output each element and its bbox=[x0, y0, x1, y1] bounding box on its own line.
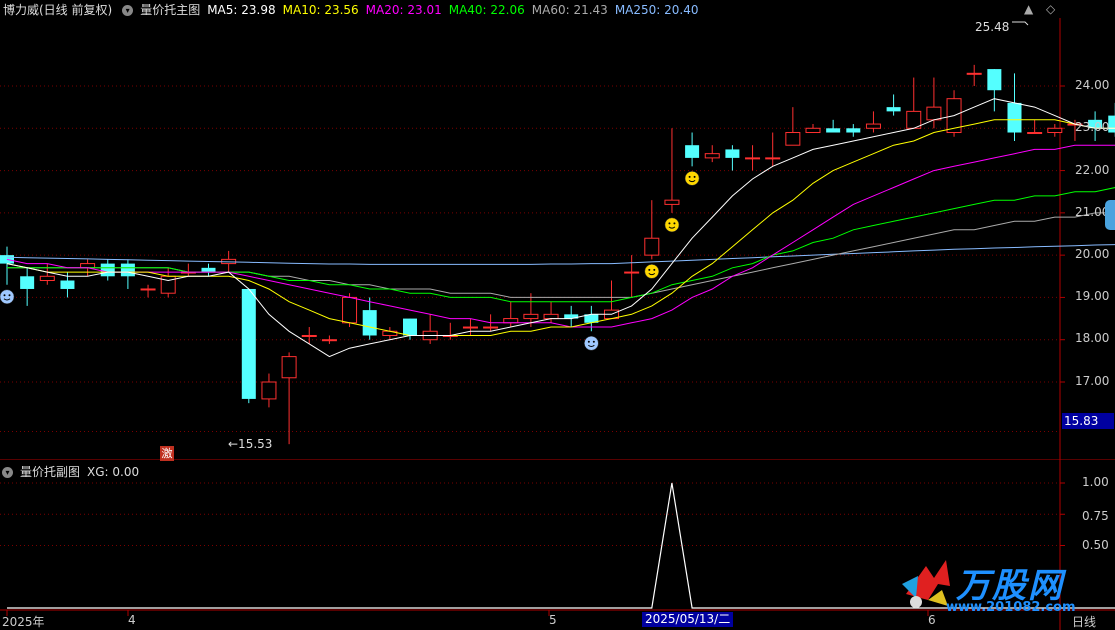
candle-body-down bbox=[60, 280, 75, 289]
candle-body-up bbox=[704, 153, 720, 159]
candle-body-down bbox=[826, 128, 841, 133]
signal-eye bbox=[668, 222, 671, 225]
current-price-tag: 15.83 bbox=[1062, 413, 1114, 429]
signal-eye bbox=[8, 294, 11, 297]
sub-tick: 0.75 bbox=[1082, 509, 1109, 523]
blue-face-icon bbox=[0, 289, 15, 304]
candle-body-up bbox=[261, 381, 277, 400]
main-price-chart[interactable] bbox=[0, 0, 1115, 460]
scroll-handle[interactable] bbox=[1105, 200, 1115, 230]
signal-eye bbox=[648, 268, 651, 271]
candle-body-up bbox=[644, 237, 660, 256]
candle-body-up bbox=[865, 123, 881, 129]
candle-body-up bbox=[745, 157, 761, 160]
sub-tick: 1.00 bbox=[1082, 475, 1109, 489]
candle-body-up bbox=[342, 296, 358, 324]
candle-body-up bbox=[503, 318, 519, 324]
money-bag-icon bbox=[644, 264, 660, 279]
candle-body-down bbox=[1007, 102, 1022, 133]
candle-body-up bbox=[80, 263, 96, 269]
candle-body-down bbox=[0, 255, 14, 264]
candle-body-down bbox=[685, 145, 700, 158]
low-price-annotation: ←15.53 bbox=[228, 437, 273, 451]
signal-eye bbox=[3, 294, 6, 297]
candle-body-up bbox=[462, 326, 478, 329]
ma250-line bbox=[6, 244, 1115, 265]
candle-body-down bbox=[241, 288, 256, 399]
candle-body-down bbox=[886, 107, 901, 112]
signal-eye bbox=[673, 222, 676, 225]
candle-body-up bbox=[543, 313, 559, 320]
candle-body-down bbox=[362, 310, 377, 336]
price-tick: 17.00 bbox=[1075, 374, 1110, 388]
candle-body-down bbox=[100, 263, 115, 277]
candle-body-up bbox=[1027, 132, 1043, 135]
logo-url: www.201082.com bbox=[946, 600, 1076, 615]
signal-marker: 激 bbox=[160, 446, 174, 461]
candle-body-up bbox=[1047, 127, 1063, 134]
candle-body-up bbox=[624, 271, 640, 274]
candle-body-up bbox=[966, 72, 982, 75]
signal-face bbox=[0, 289, 15, 304]
high-arrow bbox=[1012, 21, 1029, 26]
candle-body-down bbox=[201, 267, 216, 273]
signal-eye bbox=[653, 268, 656, 271]
yellow-face-icon bbox=[664, 217, 680, 233]
site-logo: 万股网 www.201082.com bbox=[898, 552, 1103, 624]
signal-face bbox=[584, 336, 599, 351]
candle-body-up bbox=[140, 288, 156, 291]
blue-face-icon bbox=[584, 336, 599, 351]
cursor-date: 2025/05/13/二 bbox=[642, 612, 734, 627]
angry-face-icon bbox=[684, 171, 700, 186]
high-price-annotation: 25.48 bbox=[975, 20, 1010, 34]
candle-body-up bbox=[301, 334, 317, 337]
price-tick: 19.00 bbox=[1075, 289, 1110, 303]
signal-face bbox=[664, 217, 680, 233]
signal-eye bbox=[592, 340, 595, 343]
candle-body-down bbox=[403, 318, 417, 336]
ma10-line bbox=[6, 119, 1115, 336]
price-tick: 18.00 bbox=[1075, 331, 1110, 345]
date-label: 4 bbox=[128, 613, 136, 627]
candle-body-up bbox=[785, 132, 801, 146]
candle-body-up bbox=[523, 313, 539, 320]
date-label: 2025年 bbox=[2, 615, 45, 629]
candle-body-down bbox=[725, 149, 740, 158]
price-tick: 23.00 bbox=[1075, 120, 1110, 134]
candle-body-up bbox=[664, 199, 680, 205]
signal-eye bbox=[587, 340, 590, 343]
candle-body-down bbox=[987, 69, 1002, 91]
candle-body-up bbox=[160, 275, 176, 294]
price-tick: 24.00 bbox=[1075, 78, 1110, 92]
signal-eye bbox=[688, 175, 691, 178]
signal-face bbox=[644, 264, 660, 279]
candle-body-down bbox=[846, 128, 861, 133]
candle-body-up bbox=[765, 157, 781, 160]
candle-body-up bbox=[321, 339, 337, 342]
candle-body-up bbox=[281, 356, 297, 379]
candle-body-up bbox=[483, 326, 499, 329]
candle-body-up bbox=[926, 106, 942, 121]
signal-eye bbox=[693, 175, 696, 178]
date-label: 5 bbox=[549, 613, 557, 627]
candle-body-down bbox=[20, 276, 35, 289]
candle-body-down bbox=[120, 263, 135, 277]
price-tick: 22.00 bbox=[1075, 163, 1110, 177]
signal-face bbox=[684, 171, 700, 186]
candle-body-up bbox=[805, 127, 821, 134]
price-tick: 20.00 bbox=[1075, 247, 1110, 261]
sub-tick: 0.50 bbox=[1082, 538, 1109, 552]
candle-body-up bbox=[39, 275, 55, 282]
